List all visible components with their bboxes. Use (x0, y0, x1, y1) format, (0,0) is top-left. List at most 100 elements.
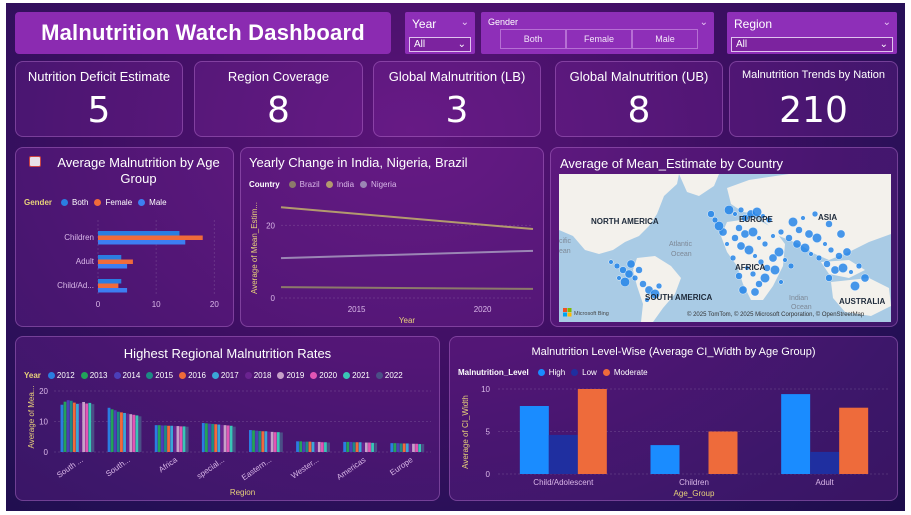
country-bubble[interactable] (735, 224, 743, 232)
country-bubble[interactable] (613, 262, 621, 270)
country-bubble[interactable] (836, 229, 846, 239)
collapse-chevron-icon[interactable]: ⌄ (883, 17, 891, 28)
country-bubble[interactable] (788, 217, 798, 227)
bar (305, 441, 309, 452)
country-bubble[interactable] (736, 241, 746, 251)
country-bubble[interactable] (732, 211, 738, 217)
bar (88, 402, 92, 452)
bar (314, 441, 318, 452)
bar (708, 431, 738, 474)
country-bubble[interactable] (729, 254, 737, 262)
country-bubble[interactable] (795, 226, 803, 234)
country-bubble[interactable] (838, 263, 848, 273)
country-bubble[interactable] (848, 269, 854, 275)
country-bubble[interactable] (740, 229, 750, 239)
collapse-chevron-icon[interactable]: ⌄ (700, 17, 708, 28)
country-bubble[interactable] (842, 247, 852, 257)
country-bubble[interactable] (770, 265, 780, 275)
country-bubble[interactable] (761, 240, 769, 248)
collapse-chevron-icon[interactable]: ⌄ (461, 17, 469, 28)
x-category-label: Americas (335, 455, 367, 481)
country-bubble[interactable] (850, 281, 860, 291)
country-bubble[interactable] (804, 229, 814, 239)
country-bubble[interactable] (724, 241, 730, 247)
yearly-line-chart: 0 20 2015 2020 Year Average of Mean_Estim... (250, 202, 534, 325)
country-bubble[interactable] (735, 272, 743, 280)
country-bubble[interactable] (835, 252, 843, 260)
bar (167, 425, 170, 452)
country-bubble[interactable] (830, 265, 840, 275)
map-label-australia: AUSTRALIA (839, 297, 885, 306)
x-axis-title: Region (230, 488, 255, 497)
country-bubble[interactable] (825, 274, 833, 282)
country-bubble[interactable] (787, 262, 795, 270)
bar (548, 434, 578, 474)
country-bubble[interactable] (760, 273, 770, 283)
bar (98, 283, 119, 288)
country-bubble[interactable] (744, 245, 754, 255)
bar (217, 424, 221, 452)
bar (66, 400, 70, 452)
bar (308, 441, 312, 452)
kpi-card-region-coverage: Region Coverage 8 (194, 61, 363, 137)
country-bubble[interactable] (800, 215, 806, 221)
country-bubble[interactable] (655, 282, 663, 290)
country-bubble[interactable] (635, 266, 643, 274)
bar (98, 235, 203, 240)
country-bubble[interactable] (778, 279, 784, 285)
country-bubble[interactable] (756, 235, 762, 241)
country-bubble[interactable] (860, 273, 870, 283)
country-bubble[interactable] (620, 277, 630, 287)
map-attribution[interactable]: © 2025 TomTom, © 2025 Microsoft Corporat… (687, 312, 864, 318)
country-bubble[interactable] (631, 274, 639, 282)
gender-option-male[interactable]: Male (632, 29, 698, 49)
world-map[interactable]: NORTH AMERICA SOUTH AMERICA EUROPE ASIA … (559, 174, 891, 322)
gender-option-female[interactable]: Female (566, 29, 632, 49)
country-bubble[interactable] (750, 287, 760, 297)
country-bubble[interactable] (608, 259, 614, 265)
country-bubble[interactable] (711, 216, 719, 224)
bar (399, 443, 403, 452)
bar (211, 423, 214, 452)
region-dropdown[interactable]: All ⌄ (731, 37, 893, 52)
country-bubble[interactable] (782, 257, 788, 263)
country-bubble[interactable] (800, 243, 810, 253)
country-bubble[interactable] (774, 247, 784, 257)
country-bubble[interactable] (808, 251, 814, 257)
level-chart-card: Malnutrition Level-Wise (Average CI_Widt… (449, 336, 898, 501)
year-slicer-label: Year (412, 17, 437, 31)
bar (276, 432, 280, 452)
country-bubble[interactable] (777, 228, 785, 236)
country-bubble[interactable] (738, 285, 748, 295)
country-bubble[interactable] (724, 205, 734, 215)
country-bubble[interactable] (731, 234, 739, 242)
country-bubble[interactable] (626, 259, 636, 269)
bar (393, 443, 397, 452)
country-bubble[interactable] (752, 253, 758, 259)
country-bubble[interactable] (707, 210, 715, 218)
gender-slicer: Gender ⌄ Both Female Male (481, 12, 714, 54)
country-bubble[interactable] (812, 233, 822, 243)
country-bubble[interactable] (823, 260, 831, 268)
country-bubble[interactable] (827, 246, 835, 254)
bar (76, 403, 79, 452)
gender-option-both[interactable]: Both (500, 29, 566, 49)
country-bubble[interactable] (792, 239, 802, 249)
year-dropdown[interactable]: All ⌄ (409, 37, 471, 52)
country-bubble[interactable] (737, 206, 745, 214)
country-bubble[interactable] (855, 262, 863, 270)
country-bubble[interactable] (639, 280, 647, 288)
country-bubble[interactable] (785, 234, 793, 242)
kpi-title: Malnutrition Trends by Nation (741, 69, 886, 81)
bar (327, 442, 330, 452)
country-bubble[interactable] (748, 227, 758, 237)
country-bubble[interactable] (822, 241, 828, 247)
kpi-title: Global Malnutrition (UB) (569, 69, 709, 84)
country-bubble[interactable] (624, 269, 634, 279)
x-tick-label: 2015 (348, 305, 366, 314)
country-bubble[interactable] (815, 254, 823, 262)
country-bubble[interactable] (770, 233, 776, 239)
country-bubble[interactable] (616, 275, 622, 281)
country-bubble[interactable] (755, 280, 763, 288)
bar (63, 401, 67, 452)
